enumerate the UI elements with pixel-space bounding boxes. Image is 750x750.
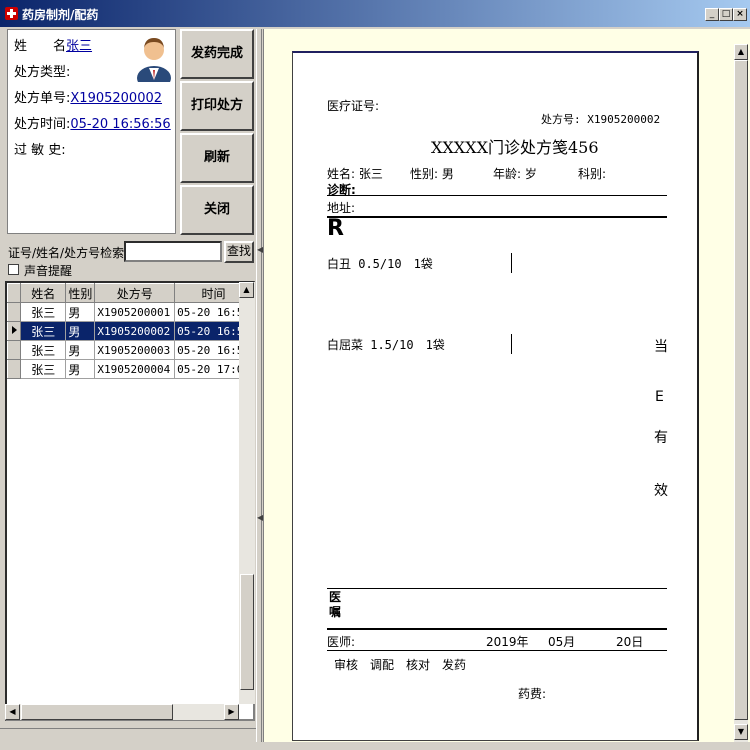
status-bar: [0, 728, 262, 748]
indicator-header: [7, 283, 21, 303]
rx-number-link[interactable]: X1905200002: [70, 91, 162, 106]
search-input[interactable]: [124, 241, 222, 262]
roles-line: 审核 调配 核对 发药: [334, 658, 467, 672]
preview-vertical-scrollbar[interactable]: ▲ ▼: [734, 44, 748, 742]
cell-rx-no[interactable]: X1905200003: [94, 340, 176, 360]
table-row-selected[interactable]: 张三 男 X1905200002 05-20 16:56: [7, 321, 253, 341]
side-note-2: E: [655, 389, 664, 405]
scroll-up-icon[interactable]: ▲: [239, 282, 254, 298]
cell-sex[interactable]: 男: [65, 340, 96, 360]
row-indicator[interactable]: [7, 302, 21, 322]
cell-name[interactable]: 张三: [20, 359, 67, 379]
doctor-label: 医师:: [327, 635, 356, 649]
drug-line-1: 白丑 0.5/10 1袋: [327, 257, 433, 271]
prescription-grid: 姓名 性别 处方号 时间 张三 男 X1905200001 05-20 16:5…: [5, 281, 255, 721]
cell-sex[interactable]: 男: [65, 302, 96, 322]
prescription-paper: 医疗证号: 处方号: X1905200002 XXXXX门诊处方笺456 姓名:…: [292, 51, 699, 741]
minimize-button[interactable]: _: [705, 8, 719, 21]
row-indicator[interactable]: [7, 359, 21, 379]
search-label: 证号/姓名/处方号检索:: [8, 246, 129, 260]
divider: [327, 650, 667, 651]
side-note-4: 效: [654, 483, 668, 499]
refresh-button[interactable]: 刷新: [180, 133, 254, 183]
rx-type-label: 处方类型:: [14, 65, 71, 80]
prescription-title: XXXXX门诊处方笺456: [431, 138, 599, 157]
window-title: 药房制剂/配药: [22, 8, 99, 22]
grid-hscroll-thumb[interactable]: [21, 704, 173, 720]
cell-name[interactable]: 张三: [20, 340, 67, 360]
cell-name[interactable]: 张三: [20, 302, 67, 322]
scroll-up-icon[interactable]: ▲: [734, 44, 748, 60]
preview-scroll-thumb[interactable]: [734, 60, 748, 720]
column-header-rx-no[interactable]: 处方号: [94, 283, 176, 303]
drug-line-2: 白屈菜 1.5/10 1袋: [327, 338, 445, 352]
search-button[interactable]: 查找: [224, 241, 254, 263]
sound-alert-checkbox[interactable]: [8, 264, 19, 275]
cell-rx-no[interactable]: X1905200001: [94, 302, 176, 322]
rx-number-print: 处方号: X1905200002: [541, 113, 661, 126]
cell-rx-no[interactable]: X1905200002: [94, 321, 176, 341]
cell-rx-no[interactable]: X1905200004: [94, 359, 176, 379]
divider: [327, 195, 667, 196]
grid-scroll-thumb[interactable]: [240, 574, 254, 690]
rx-symbol: R: [327, 216, 344, 241]
drug-fee-label: 药费:: [518, 687, 547, 701]
rx-address: 地址:: [327, 201, 356, 215]
rx-time-link[interactable]: 05-20 16:56:56: [70, 117, 170, 132]
rx-patient-age: 年龄: 岁: [493, 167, 537, 181]
patient-info-panel: 姓 名张三 处方类型: 处方单号:X1905200002 处方时间:05-20 …: [7, 29, 176, 234]
rx-number-label: 处方单号:: [14, 91, 71, 106]
table-row[interactable]: 张三 男 X1905200001 05-20 16:56: [7, 302, 253, 322]
rx-patient-sex: 性别: 男: [410, 167, 454, 181]
rx-year: 2019年: [486, 635, 529, 649]
user-avatar-icon: [137, 38, 171, 82]
grid-horizontal-scrollbar[interactable]: ◀ ▶: [5, 704, 239, 720]
table-row[interactable]: 张三 男 X1905200004 05-20 17:00: [7, 359, 253, 379]
divider: [327, 588, 667, 589]
close-window-button[interactable]: ×: [733, 8, 747, 21]
close-button[interactable]: 关闭: [180, 185, 254, 235]
cell-sex[interactable]: 男: [65, 359, 96, 379]
rx-time-label: 处方时间:: [14, 117, 71, 132]
allergy-label: 过 敏 史:: [14, 143, 66, 158]
side-note-3: 有: [654, 430, 668, 446]
side-note-1: 当: [654, 339, 668, 355]
panel-splitter[interactable]: ◀ ◀: [256, 29, 263, 742]
scroll-down-icon[interactable]: ▼: [734, 724, 748, 740]
scroll-left-icon[interactable]: ◀: [5, 704, 20, 720]
cell-sex[interactable]: 男: [65, 321, 96, 341]
column-header-name[interactable]: 姓名: [19, 283, 67, 303]
table-row[interactable]: 张三 男 X1905200003 05-20 16:59: [7, 340, 253, 360]
prescription-table: 姓名 性别 处方号 时间 张三 男 X1905200001 05-20 16:5…: [7, 283, 253, 379]
row-indicator-icon[interactable]: [7, 321, 21, 341]
sound-alert-label: 声音提醒: [24, 264, 73, 278]
column-header-sex[interactable]: 性别: [65, 283, 96, 303]
scroll-right-icon[interactable]: ▶: [224, 704, 239, 720]
name-label: 姓 名: [14, 39, 67, 54]
medical-cross-icon: [5, 7, 18, 20]
row-indicator[interactable]: [7, 340, 21, 360]
title-bar: 药房制剂/配药 _ □ ×: [0, 0, 750, 27]
maximize-button[interactable]: □: [719, 8, 733, 21]
patient-name-link[interactable]: 张三: [66, 39, 92, 54]
drug-separator: [511, 253, 512, 273]
table-header: 姓名 性别 处方号 时间: [7, 283, 253, 303]
drug-separator: [511, 334, 512, 354]
doctor-advice-label: 医 嘱: [329, 590, 342, 619]
grid-vertical-scrollbar[interactable]: ▲: [239, 282, 255, 704]
rx-patient-name: 姓名: 张三: [327, 167, 383, 181]
dispense-complete-button[interactable]: 发药完成: [180, 29, 254, 79]
rx-month: 05月: [548, 635, 576, 649]
divider: [327, 216, 667, 218]
rx-day: 20日: [616, 635, 644, 649]
print-prescription-button[interactable]: 打印处方: [180, 81, 254, 131]
medical-card-label: 医疗证号:: [327, 99, 380, 113]
cell-name[interactable]: 张三: [20, 321, 67, 341]
divider: [327, 628, 667, 630]
rx-dept: 科别:: [578, 167, 607, 181]
